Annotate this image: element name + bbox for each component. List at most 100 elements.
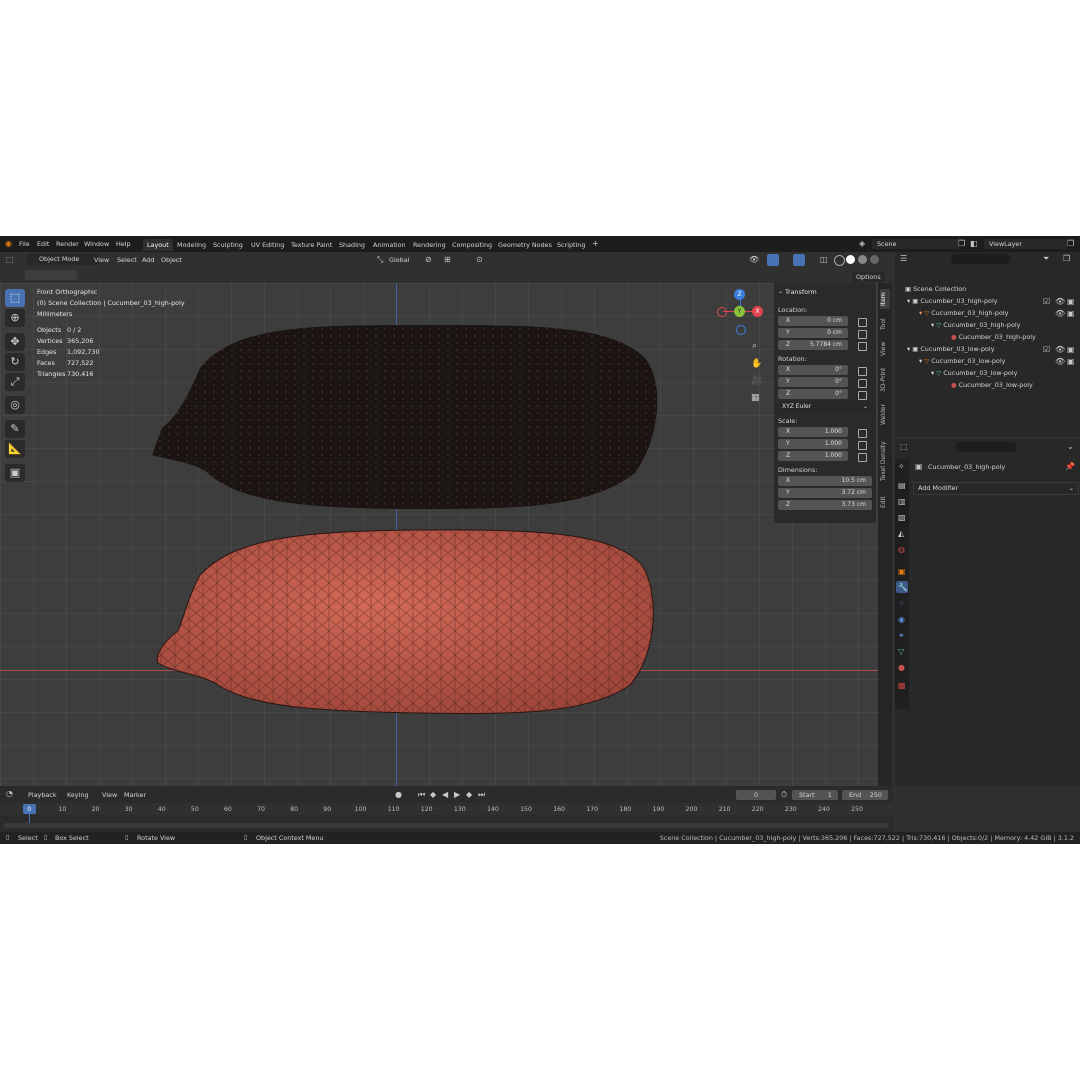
timeline-menu-marker[interactable]: Marker (124, 792, 146, 799)
header-menu-view[interactable]: View (94, 257, 109, 264)
transform-orientation-icon[interactable]: ⤡ (377, 255, 383, 265)
scene-props-icon[interactable]: ◭ (898, 529, 904, 538)
play-icon[interactable]: ▶ (454, 790, 460, 799)
add-cube-tool-button[interactable]: ▣ (5, 464, 25, 482)
tab-tool[interactable]: Tool (880, 315, 890, 333)
object-mode-dropdown[interactable]: Object Mode (27, 254, 99, 265)
header-menu-object[interactable]: Object (161, 257, 182, 264)
snap-icon[interactable]: ⊞ (444, 255, 451, 264)
workspace-tab-shading[interactable]: Shading (335, 239, 369, 251)
gizmo-neg-x[interactable] (717, 307, 727, 317)
outliner-search-input[interactable] (951, 254, 1011, 264)
add-modifier-dropdown[interactable]: Add Modifier ⌄ (913, 482, 1079, 495)
properties-editor-icon[interactable]: ⬚ (900, 442, 908, 451)
scale-x-field[interactable]: X 1.000 (778, 427, 848, 437)
mesh-data-icon[interactable]: ▽ (898, 647, 904, 656)
scale-tool-button[interactable]: ⤢ (5, 373, 25, 391)
menu-help[interactable]: Help (116, 241, 131, 248)
camera-icon[interactable]: ▣ (1067, 309, 1075, 318)
lock-icon[interactable] (858, 330, 867, 339)
rotation-mode-dropdown[interactable]: XYZ Euler ⌄ (778, 402, 872, 412)
menu-window[interactable]: Window (84, 241, 109, 248)
menu-edit[interactable]: Edit (37, 241, 49, 248)
tab-3d-print[interactable]: 3D-Print (880, 365, 890, 395)
render-icon[interactable]: ▤ (898, 481, 906, 490)
tool-settings-icon[interactable]: ✧ (898, 462, 905, 471)
tab-view[interactable]: View (880, 339, 890, 359)
annotate-tool-button[interactable]: ✎ (5, 420, 25, 438)
next-keyframe-icon[interactable]: ◆ (466, 790, 472, 799)
lock-icon[interactable] (858, 429, 867, 438)
transform-panel-title[interactable]: Transform (785, 289, 817, 296)
start-frame-field[interactable]: Start 1 (792, 790, 838, 800)
timeline-menu-keying[interactable]: Keying (67, 792, 88, 799)
lock-icon[interactable] (858, 379, 867, 388)
measure-tool-button[interactable]: 📐 (5, 440, 25, 458)
world-icon[interactable]: ◍ (898, 545, 905, 554)
outliner-scene-collection[interactable]: ▣ Scene Collection (905, 286, 966, 292)
outliner-editor-icon[interactable]: ☰ (900, 254, 907, 263)
collapse-chevron-icon[interactable]: ⌄ (778, 289, 783, 295)
gizmo-y-axis[interactable]: Y (734, 306, 745, 317)
orientation-dropdown[interactable]: Global (389, 257, 409, 264)
pan-hand-icon[interactable]: ✋ (751, 359, 762, 369)
object-props-icon[interactable]: ▣ (898, 567, 906, 576)
clock-icon[interactable]: ⏱ (781, 790, 787, 800)
material-icon[interactable]: ● (898, 663, 905, 672)
properties-search-input[interactable] (955, 442, 1017, 452)
dimension-z-field[interactable]: Z 3.73 cm (778, 500, 872, 510)
rotation-x-field[interactable]: X 0° (778, 365, 848, 375)
eye-icon[interactable]: 👁 (1055, 297, 1065, 306)
lock-icon[interactable] (858, 441, 867, 450)
tab-item[interactable]: Item (880, 289, 890, 309)
new-collection-icon[interactable]: ❐ (1063, 254, 1070, 263)
rotation-z-field[interactable]: Z 0° (778, 389, 848, 399)
view-layer-props-icon[interactable]: ▧ (898, 513, 906, 522)
jump-end-icon[interactable]: ⏭ (478, 790, 485, 800)
dimension-x-field[interactable]: X 10.5 cm (778, 476, 872, 486)
view-layer-icon[interactable]: ◧ (970, 239, 978, 248)
output-icon[interactable]: ▥ (898, 497, 906, 506)
low-poly-cucumber[interactable] (156, 529, 654, 715)
menu-render[interactable]: Render (56, 241, 79, 248)
header-menu-add[interactable]: Add (142, 257, 154, 264)
gizmo-toggle-button[interactable] (767, 254, 779, 266)
scene-icon[interactable]: ◈ (859, 239, 865, 248)
menu-file[interactable]: File (19, 241, 30, 248)
checkbox-icon[interactable]: ☑ (1043, 297, 1050, 306)
current-frame-field[interactable]: 0 (736, 790, 776, 800)
move-tool-button[interactable]: ✥ (5, 333, 25, 351)
outliner-material-high-poly[interactable]: ● Cucumber_03_high-poly (951, 334, 1036, 340)
timeline-editor-icon[interactable]: ◔ (6, 789, 13, 798)
camera-view-icon[interactable]: 🎥 (751, 376, 762, 386)
physics-icon[interactable]: ◉ (898, 615, 905, 624)
workspace-tab-rendering[interactable]: Rendering (409, 239, 450, 251)
blender-logo-icon[interactable]: ◉ (5, 239, 12, 248)
prev-keyframe-icon[interactable]: ◆ (430, 790, 436, 799)
workspace-tab-sculpting[interactable]: Sculpting (209, 239, 247, 251)
filter-icon[interactable]: ⏷ (1043, 254, 1049, 264)
location-y-field[interactable]: Y0 cm (778, 328, 848, 338)
workspace-tab-uv-editing[interactable]: UV Editing (247, 239, 288, 251)
lock-icon[interactable] (858, 318, 867, 327)
camera-icon[interactable]: ▣ (1067, 297, 1075, 306)
play-reverse-icon[interactable]: ◀ (442, 790, 448, 799)
lock-icon[interactable] (858, 342, 867, 351)
location-z-field[interactable]: Z 5.7784 cm (778, 340, 848, 350)
select-box-tool-button[interactable]: ⬚ (5, 289, 25, 307)
cursor-tool-button[interactable]: ⊕ (5, 309, 25, 327)
particles-icon[interactable]: ⁘ (898, 599, 905, 608)
workspace-tab-compositing[interactable]: Compositing (448, 239, 496, 251)
camera-icon[interactable]: ▣ (1067, 357, 1075, 366)
dimension-y-field[interactable]: Y 3.72 cm (778, 488, 872, 498)
outliner-mesh-low-poly[interactable]: ▾ ▽ Cucumber_03_low-poly (931, 370, 1017, 377)
timeline-scrollbar[interactable] (4, 823, 888, 828)
gizmo-neg-z[interactable] (736, 325, 746, 335)
perspective-toggle-icon[interactable]: ▦ (751, 393, 760, 403)
copy-scene-icon[interactable]: ❐ (958, 239, 965, 248)
checkbox-icon[interactable]: ☑ (1043, 345, 1050, 354)
eye-icon[interactable]: 👁 (1055, 309, 1065, 318)
end-frame-field[interactable]: End 250 (842, 790, 888, 800)
scale-y-field[interactable]: Y 1.000 (778, 439, 848, 449)
texture-icon[interactable]: ▩ (898, 681, 906, 690)
